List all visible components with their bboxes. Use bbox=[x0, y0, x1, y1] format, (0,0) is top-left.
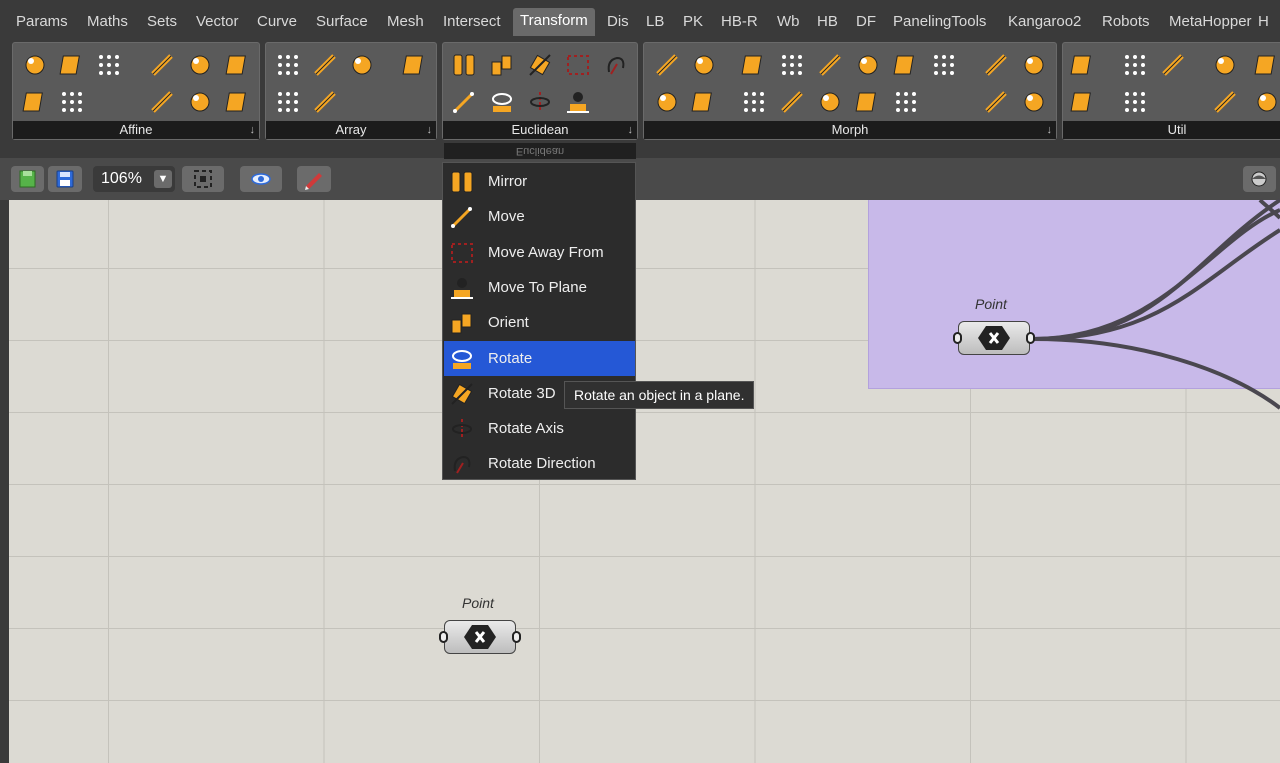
menu-item-rotate-direction[interactable]: Rotate Direction bbox=[444, 446, 635, 481]
menu-item-label: Rotate Direction bbox=[488, 455, 596, 473]
rotate-icon bbox=[452, 349, 472, 369]
menu-item-label: Move Away From bbox=[488, 243, 604, 261]
point-param-icon bbox=[464, 625, 496, 649]
wire bbox=[1032, 337, 1280, 410]
menu-header-ghost: Euclidean bbox=[444, 143, 636, 159]
rotate-axis-icon bbox=[452, 419, 472, 440]
menu-item-rotate-axis[interactable]: Rotate Axis bbox=[444, 411, 635, 446]
menu-item-label: Move bbox=[488, 208, 525, 226]
wire bbox=[1032, 228, 1280, 341]
input-port[interactable] bbox=[953, 332, 962, 344]
menu-item-mirror[interactable]: Mirror bbox=[444, 164, 635, 199]
menu-item-move-away-from[interactable]: Move Away From bbox=[444, 235, 635, 270]
input-port[interactable] bbox=[439, 631, 448, 643]
menu-item-orient[interactable]: Orient bbox=[444, 305, 635, 340]
menu-item-label: Rotate Axis bbox=[488, 420, 564, 438]
menu-item-move[interactable]: Move bbox=[444, 199, 635, 234]
rotate-direction-icon bbox=[453, 456, 471, 474]
euclidean-dropdown-menu: Mirror Move Move Away From Move To Plane Ori… bbox=[442, 162, 636, 480]
menu-item-label: Orient bbox=[488, 314, 529, 332]
menu-item-label: Mirror bbox=[488, 173, 528, 190]
point-component-bottom[interactable] bbox=[439, 620, 521, 654]
component-title: Point bbox=[462, 595, 494, 611]
output-port[interactable] bbox=[1026, 332, 1035, 344]
point-component-top[interactable] bbox=[953, 321, 1035, 355]
menu-item-rotate[interactable]: Rotate bbox=[444, 340, 635, 376]
orient-icon bbox=[451, 313, 472, 334]
wire bbox=[1032, 198, 1280, 341]
mirror-icon bbox=[451, 171, 473, 193]
move-to-plane-icon bbox=[451, 277, 473, 299]
menu-item-label: Move To Plane bbox=[488, 278, 587, 296]
component-title: Point bbox=[975, 296, 1007, 312]
menu-item-label: Rotate 3D bbox=[488, 384, 556, 402]
output-port[interactable] bbox=[512, 631, 521, 643]
rotate-3d-icon bbox=[451, 383, 473, 405]
menu-item-move-to-plane[interactable]: Move To Plane bbox=[444, 270, 635, 305]
point-param-icon bbox=[978, 326, 1010, 350]
move-away-icon bbox=[451, 242, 473, 263]
move-icon bbox=[451, 207, 472, 229]
menu-item-label: Rotate bbox=[488, 349, 533, 367]
tooltip: Rotate an object in a plane. bbox=[564, 381, 755, 409]
